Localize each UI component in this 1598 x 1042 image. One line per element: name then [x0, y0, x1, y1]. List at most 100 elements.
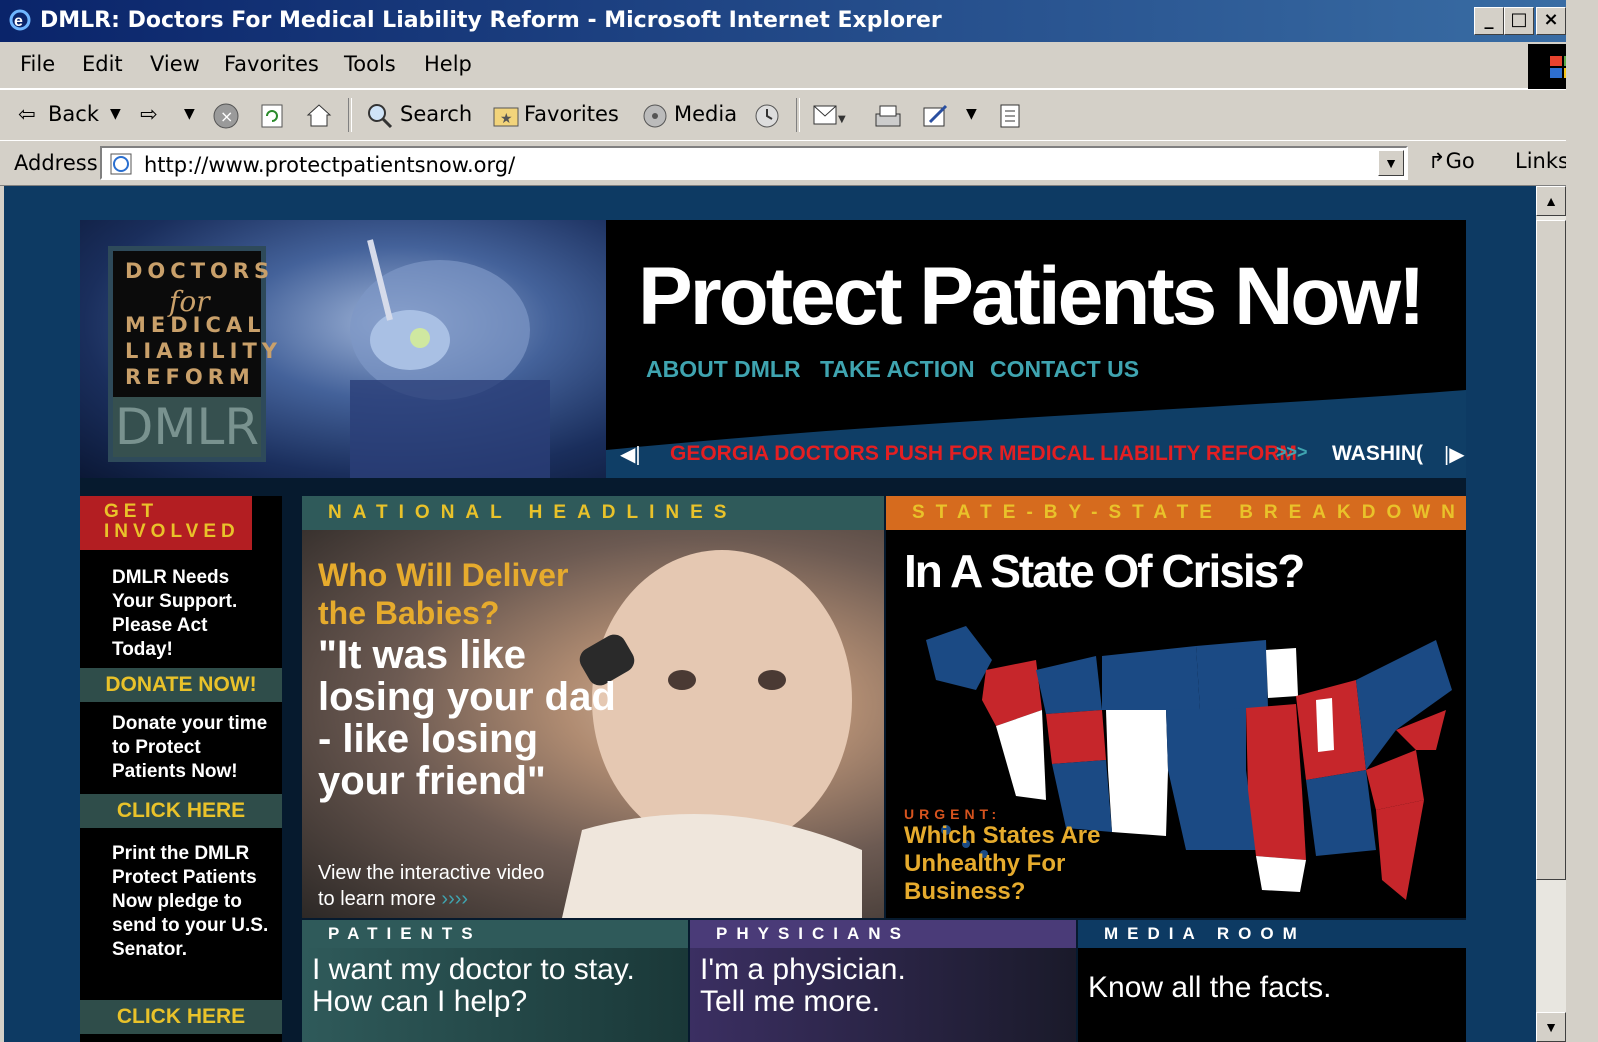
address-label: Address [14, 151, 98, 175]
scroll-down-icon[interactable]: ▼ [1536, 1012, 1566, 1042]
view-video-link[interactable]: View the interactive video to learn more… [318, 860, 558, 912]
go-button[interactable]: ↱Go [1428, 149, 1475, 173]
unhealthy-states-link[interactable]: Which States Are Unhealthy For Business? [904, 822, 1104, 906]
back-dropdown-icon[interactable]: ▼ [110, 106, 121, 122]
view-video-text: View the interactive video to learn more [318, 862, 545, 910]
go-arrow-icon: ↱ [1428, 149, 1446, 173]
nav-contact-us[interactable]: CONTACT US [990, 356, 1139, 383]
click-here-button[interactable]: CLICK HERE [80, 794, 282, 828]
refresh-icon[interactable] [258, 102, 286, 130]
favorites-icon[interactable]: ★ [492, 104, 520, 128]
menu-favorites[interactable]: Favorites [224, 52, 319, 76]
physicians-heading: PHYSICIANS [690, 920, 1076, 948]
window-title: DMLR: Doctors For Medical Liability Refo… [40, 8, 942, 33]
national-headlines-panel[interactable]: Who Will Deliver the Babies? "It was lik… [302, 530, 884, 918]
menu-bar: File Edit View Favorites Tools Help [0, 42, 1528, 89]
discuss-icon[interactable] [996, 102, 1024, 130]
address-bar: Address http://www.protectpatientsnow.or… [0, 140, 1598, 186]
media-room-text: Know all the facts. [1088, 971, 1332, 1004]
page-viewport[interactable]: DOCTORS for MEDICAL LIABILITY REFORM DML… [4, 186, 1536, 1042]
ticker-next-icon[interactable]: |▶ [1444, 442, 1465, 467]
urgent-label: URGENT: [904, 806, 1002, 822]
physicians-panel[interactable]: I'm a physician. Tell me more. [690, 948, 1076, 1042]
scroll-up-icon[interactable]: ▲ [1536, 186, 1566, 216]
chevrons-icon: ›››› [441, 888, 469, 910]
logo-dmlr: DMLR [113, 397, 261, 457]
physicians-text-1: I'm a physician. [700, 953, 906, 986]
media-room-heading: MEDIA ROOM [1078, 920, 1466, 948]
home-icon[interactable] [304, 100, 334, 130]
menu-help[interactable]: Help [424, 52, 472, 76]
headline-quote: "It was like losing your dad - like losi… [318, 633, 616, 803]
toolbar-separator [348, 98, 352, 132]
site-title: Protect Patients Now! [638, 251, 1425, 342]
vertical-scrollbar[interactable]: ▲ ▼ [1536, 186, 1566, 1042]
physicians-text-2: Tell me more. [700, 985, 881, 1018]
window-edge [1566, 0, 1598, 1042]
nav-take-action[interactable]: TAKE ACTION [820, 356, 975, 383]
edit-dropdown-icon[interactable]: ▼ [966, 106, 977, 122]
address-url: http://www.protectpatientsnow.org/ [144, 153, 516, 177]
state-crisis-title: In A State Of Crisis? [904, 545, 1305, 597]
state-breakdown-panel[interactable]: In A State Of Crisis? URGENT: Which Stat… [886, 530, 1466, 918]
links-button[interactable]: Links [1515, 149, 1569, 173]
national-headlines-heading: NATIONAL HEADLINES [302, 496, 884, 530]
patients-panel[interactable]: I want my doctor to stay. How can I help… [302, 948, 688, 1042]
ticker-next-headline[interactable]: WASHIN( [1332, 442, 1423, 466]
logo-reform: REFORM [125, 365, 255, 389]
menu-edit[interactable]: Edit [82, 52, 123, 76]
dmlr-logo[interactable]: DOCTORS for MEDICAL LIABILITY REFORM DML… [108, 246, 277, 462]
standard-toolbar: ⇦ Back ▼ ⇨ ▼ × Search ★ Favorites Media … [0, 89, 1598, 141]
svg-text:★: ★ [500, 111, 513, 127]
donate-now-button[interactable]: DONATE NOW! [80, 668, 282, 702]
nav-about-dmlr[interactable]: ABOUT DMLR [646, 356, 801, 383]
forward-dropdown-icon[interactable]: ▼ [184, 106, 195, 122]
svg-text:▼: ▼ [838, 114, 846, 125]
click-here-button-2[interactable]: CLICK HERE [80, 1000, 282, 1034]
page-icon [110, 153, 132, 175]
back-arrow-icon[interactable]: ⇦ [18, 102, 36, 126]
ticker-headline[interactable]: GEORGIA DOCTORS PUSH FOR MEDICAL LIABILI… [670, 442, 1297, 466]
ie-icon: e [9, 9, 31, 31]
address-dropdown-icon[interactable]: ▼ [1378, 150, 1404, 176]
title-bar[interactable]: e DMLR: Doctors For Medical Liability Re… [0, 0, 1598, 42]
headline-question[interactable]: Who Will Deliver the Babies? [318, 556, 588, 632]
close-button[interactable]: × [1536, 7, 1566, 35]
favorites-button[interactable]: Favorites [524, 102, 619, 126]
patients-text-2: How can I help? [312, 985, 528, 1018]
forward-button[interactable]: ⇨ [140, 102, 158, 126]
edit-icon[interactable] [920, 102, 952, 130]
logo-medical: MEDICAL [125, 313, 266, 337]
surgeon-image [350, 239, 550, 478]
support-text: DMLR Needs Your Support. Please Act Toda… [112, 567, 238, 660]
stop-icon[interactable]: × [212, 102, 240, 130]
logo-liability: LIABILITY [125, 339, 282, 363]
ticker-prev-icon[interactable]: ◀| [620, 442, 641, 467]
svg-text:×: × [220, 107, 233, 126]
menu-view[interactable]: View [150, 52, 200, 76]
minimize-button[interactable]: _ [1474, 7, 1504, 35]
back-button[interactable]: Back [48, 102, 99, 126]
search-icon[interactable] [366, 102, 394, 130]
page-container: DOCTORS for MEDICAL LIABILITY REFORM DML… [80, 220, 1466, 1042]
mail-icon[interactable]: ▼ [812, 102, 848, 130]
news-ticker[interactable]: ◀| GEORGIA DOCTORS PUSH FOR MEDICAL LIAB… [606, 438, 1466, 474]
ticker-separator: >>> [1276, 442, 1308, 462]
menu-tools[interactable]: Tools [344, 52, 396, 76]
patients-text-1: I want my doctor to stay. [312, 953, 635, 986]
scroll-thumb[interactable] [1536, 220, 1566, 880]
media-icon[interactable] [640, 102, 670, 130]
state-breakdown-heading: STATE-BY-STATE BREAKDOWN [886, 496, 1466, 530]
media-room-panel[interactable]: Know all the facts. [1078, 948, 1466, 1042]
search-button[interactable]: Search [400, 102, 472, 126]
logo-doctors: DOCTORS [125, 259, 275, 283]
toolbar-separator [796, 98, 800, 132]
go-label: Go [1445, 149, 1475, 173]
history-icon[interactable] [752, 102, 782, 130]
media-button[interactable]: Media [674, 102, 737, 126]
print-icon[interactable] [872, 102, 904, 130]
patients-heading: PATIENTS [302, 920, 688, 948]
maximize-button[interactable]: □ [1504, 7, 1534, 35]
menu-file[interactable]: File [20, 52, 55, 76]
address-input[interactable]: http://www.protectpatientsnow.org/ ▼ [100, 146, 1408, 180]
